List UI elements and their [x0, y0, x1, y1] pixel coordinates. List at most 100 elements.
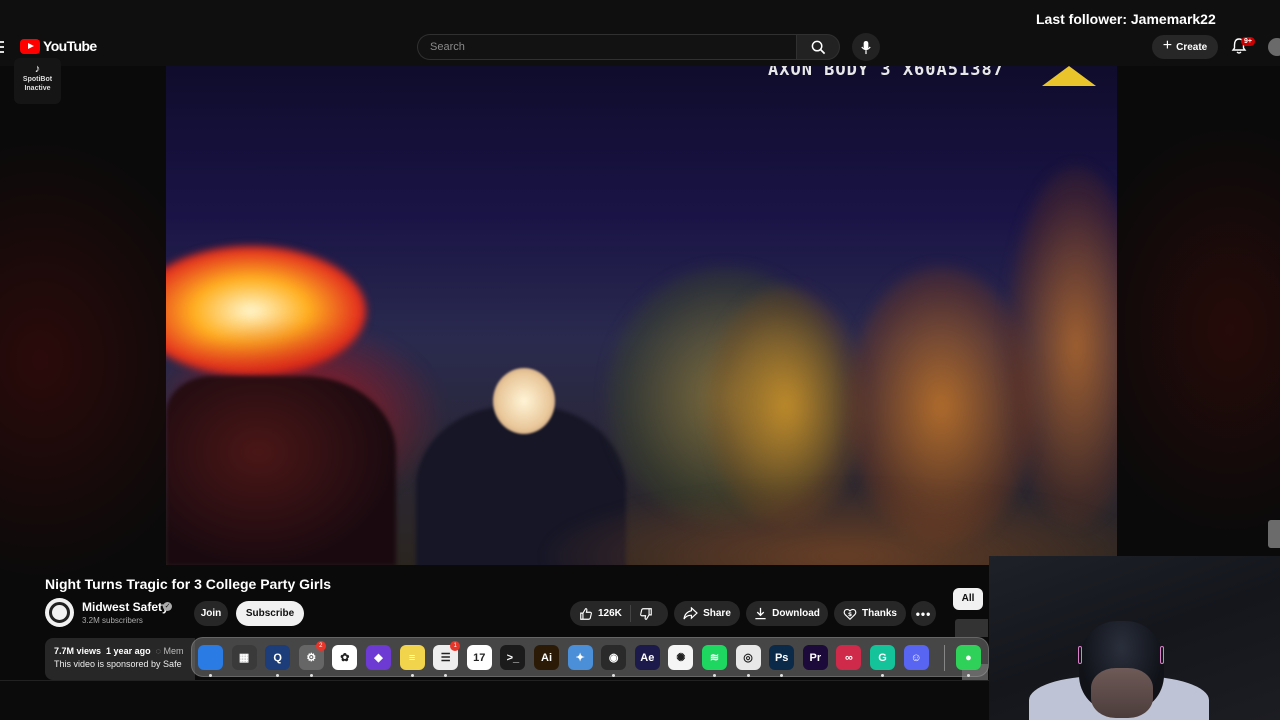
- search-input[interactable]: [417, 34, 797, 60]
- dock-messages-icon[interactable]: ●: [956, 645, 981, 670]
- dock-quicktime-icon[interactable]: Q: [265, 645, 291, 670]
- bodycam-overlay-text: AXON BODY 3 X60A51387: [768, 66, 1004, 80]
- dock-running-indicator: [612, 674, 616, 677]
- logo-text: YouTube: [43, 38, 97, 54]
- video-car: [166, 376, 396, 565]
- thanks-heart-dollar-icon: $: [843, 608, 857, 620]
- like-dislike-group: 126K: [570, 601, 668, 626]
- notifications-badge: 9+: [1241, 37, 1255, 46]
- like-button[interactable]: 126K: [570, 605, 631, 622]
- headphone-left-icon: [1078, 646, 1082, 664]
- dock-xcode-sim-icon[interactable]: ✦: [567, 645, 593, 670]
- dock-spotify-icon[interactable]: ≋: [702, 645, 727, 670]
- bottom-strip: [0, 680, 989, 720]
- join-button[interactable]: Join: [194, 601, 228, 626]
- description-box[interactable]: 7.7M views 1 year ago ◌ Mem This video i…: [45, 638, 195, 680]
- dock-running-indicator: [881, 674, 884, 677]
- dock-obsidian-icon[interactable]: ◆: [366, 645, 391, 670]
- verified-check-icon: ✓: [163, 602, 172, 611]
- dock-after-effects-icon[interactable]: Ae: [634, 645, 660, 670]
- share-arrow-icon: [683, 607, 698, 620]
- dock-chrome-icon[interactable]: ◎: [735, 645, 761, 670]
- spotibot-name: SpotiBot: [22, 76, 53, 83]
- dock-system-settings-badge: 2: [315, 641, 326, 651]
- channel-avatar[interactable]: [45, 598, 74, 627]
- dock-launchpad-icon[interactable]: ▦: [231, 645, 257, 670]
- dock-calendar-icon[interactable]: 17: [466, 645, 492, 670]
- search-button[interactable]: [796, 34, 840, 60]
- video-title: Night Turns Tragic for 3 College Party G…: [45, 576, 332, 592]
- youtube-play-icon: [20, 38, 40, 54]
- search-icon: [811, 40, 825, 54]
- dock-running-indicator: [309, 674, 313, 677]
- channel-name[interactable]: Midwest Safety: [82, 600, 169, 614]
- dock-photoshop-icon[interactable]: Ps: [769, 645, 795, 670]
- dock-finder-icon[interactable]: [198, 645, 223, 670]
- dock-photos-icon[interactable]: ✿: [332, 645, 358, 670]
- members-text: Mem: [163, 646, 184, 656]
- dock-notes-icon[interactable]: ≡: [399, 645, 425, 670]
- macos-dock: ▦ Q ⚙ 2 ✿ ◆ ≡ ☰ 1 17 >_ Ai ✦ ◉ Ae ✺ ≋ ◎ Ps Pr ∞ G ☺ ●: [191, 637, 989, 677]
- dislike-button[interactable]: [631, 607, 653, 621]
- top-bar: YouTube Last follower: Jamemark22 + Crea…: [0, 0, 1280, 66]
- menu-icon[interactable]: [0, 41, 4, 53]
- create-label: Create: [1176, 41, 1208, 53]
- dock-terminal-icon[interactable]: >_: [500, 645, 526, 670]
- download-icon: [755, 607, 766, 620]
- dock-running-indicator: [444, 674, 448, 677]
- dock-creative-cloud-icon[interactable]: ∞: [836, 645, 862, 670]
- dock-separator: [944, 645, 945, 671]
- axon-logo-icon: [1042, 66, 1096, 86]
- dock-discord-icon[interactable]: ☺: [903, 645, 929, 670]
- dock-obs-icon[interactable]: ◉: [601, 645, 627, 670]
- members-label: ◌ Mem: [155, 646, 184, 656]
- video-ground: [546, 486, 1117, 565]
- thanks-button[interactable]: $ Thanks: [834, 601, 906, 626]
- dock-running-indicator: [967, 674, 970, 677]
- video-meta: 7.7M views 1 year ago ◌ Mem: [54, 646, 186, 656]
- subscribe-button[interactable]: Subscribe: [236, 601, 304, 626]
- view-count: 7.7M views: [54, 646, 102, 656]
- dock-chatgpt-icon[interactable]: ✺: [668, 645, 694, 670]
- more-actions-button[interactable]: •••: [911, 601, 936, 626]
- dock-running-indicator: [276, 674, 280, 677]
- account-avatar[interactable]: [1268, 38, 1280, 56]
- like-count: 126K: [598, 608, 622, 619]
- dock-running-indicator: [780, 674, 784, 677]
- microphone-icon: [861, 40, 871, 54]
- dock-illustrator-icon[interactable]: Ai: [534, 645, 559, 670]
- dock-grammarly-icon[interactable]: G: [870, 645, 895, 670]
- tiktok-note-icon: ♪: [34, 63, 41, 75]
- dock-running-indicator: [713, 674, 716, 677]
- dock-running-indicator: [410, 674, 414, 677]
- spotibot-status: Inactive: [24, 85, 51, 92]
- dock-running-indicator: [209, 674, 212, 677]
- video-player[interactable]: AXON BODY 3 X60A51387: [166, 66, 1117, 565]
- dock-running-indicator: [746, 674, 750, 677]
- edge-thumbnail[interactable]: [1268, 520, 1280, 548]
- dock-premiere-icon[interactable]: Pr: [802, 645, 828, 670]
- youtube-logo[interactable]: YouTube: [20, 38, 97, 54]
- filter-chip-all[interactable]: All: [953, 588, 983, 610]
- video-officer-head: [493, 368, 555, 434]
- svg-text:$: $: [848, 611, 852, 618]
- share-button[interactable]: Share: [674, 601, 740, 626]
- recommended-thumbnail[interactable]: [955, 619, 988, 637]
- thanks-label: Thanks: [861, 608, 897, 619]
- dock-reminders-badge: 1: [450, 641, 461, 651]
- download-button[interactable]: Download: [746, 601, 828, 626]
- share-label: Share: [703, 608, 731, 619]
- description-text: This video is sponsored by Safe: [54, 659, 182, 669]
- streamer-webcam: [989, 556, 1280, 720]
- headphone-right-icon: [1160, 646, 1164, 664]
- create-button[interactable]: + Create: [1152, 35, 1218, 59]
- download-label: Download: [772, 608, 820, 619]
- upload-age: 1 year ago: [106, 646, 151, 656]
- thumbs-down-icon: [639, 607, 652, 620]
- plus-icon: +: [1162, 37, 1173, 54]
- webcam-face: [1091, 668, 1153, 718]
- voice-search-button[interactable]: [852, 33, 880, 61]
- subscriber-count: 3.2M subscribers: [82, 616, 143, 625]
- last-follower-overlay: Last follower: Jamemark22: [1036, 11, 1216, 27]
- spotibot-widget: ♪ SpotiBot Inactive: [14, 58, 61, 104]
